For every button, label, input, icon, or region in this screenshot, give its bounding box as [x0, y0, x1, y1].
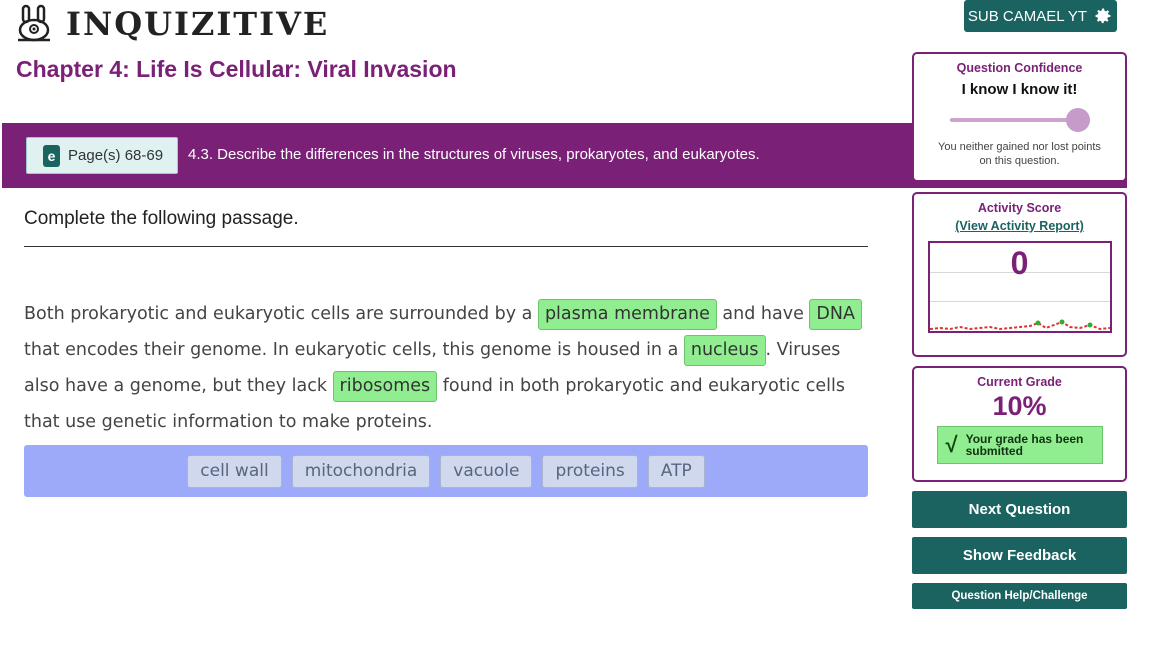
answer-blank-2[interactable]: DNA — [809, 299, 862, 330]
learning-objective-text: 4.3. Describe the differences in the str… — [188, 146, 760, 163]
next-question-button[interactable]: Next Question — [912, 491, 1127, 528]
pages-label: Page(s) 68-69 — [68, 147, 164, 164]
user-menu-button[interactable]: SUB CAMAEL YT — [964, 0, 1117, 32]
activity-score-heading: Activity Score — [977, 201, 1062, 215]
ebook-pages-button[interactable]: e Page(s) 68-69 — [26, 137, 178, 174]
confidence-value: I know I know it! — [961, 81, 1078, 98]
answer-blank-1[interactable]: plasma membrane — [537, 299, 717, 330]
activity-score-graph: 0 — [927, 241, 1112, 333]
answer-blank-3[interactable]: nucleus — [683, 335, 766, 366]
slider-thumb[interactable] — [1065, 108, 1090, 132]
word-chip-cell-wall[interactable]: cell wall — [187, 454, 282, 488]
logo-text: INQUIZITIVE — [66, 5, 330, 43]
confidence-slider[interactable] — [949, 108, 1090, 132]
answer-blank-4[interactable]: ribosomes — [332, 371, 438, 402]
passage-text: Both prokaryotic and eukaryotic cells ar… — [24, 304, 538, 324]
question-help-button[interactable]: Question Help/Challenge — [912, 583, 1127, 609]
bunny-logo-icon — [18, 4, 50, 42]
word-chip-vacuole[interactable]: vacuole — [440, 454, 533, 488]
question-prompt: Complete the following passage. — [24, 208, 299, 229]
activity-score-panel: Activity Score (View Activity Report) 0 — [912, 192, 1127, 357]
activity-score-value: 0 — [1010, 245, 1029, 281]
word-chip-atp[interactable]: ATP — [647, 454, 705, 488]
passage-text: that encodes their genome. In eukaryotic… — [24, 340, 684, 360]
word-chip-mitochondria[interactable]: mitochondria — [291, 454, 431, 488]
checkmark-icon: √ — [945, 432, 958, 457]
confidence-note: You neither gained nor lost points on th… — [938, 141, 1101, 167]
question-confidence-panel: Question Confidence I know I know it! Yo… — [912, 52, 1127, 182]
user-name: SUB CAMAEL YT — [967, 7, 1088, 25]
chapter-title: Chapter 4: Life Is Cellular: Viral Invas… — [16, 56, 457, 82]
passage-text: and have — [716, 304, 810, 324]
grade-submitted-badge: √ Your grade has been submitted — [936, 426, 1103, 464]
word-chip-proteins[interactable]: proteins — [542, 454, 638, 488]
word-bank: cell wall mitochondria vacuole proteins … — [24, 445, 868, 497]
grade-heading: Current Grade — [977, 375, 1062, 389]
inquizitive-logo: INQUIZITIVE — [14, 4, 329, 44]
gear-icon — [1095, 8, 1111, 24]
fill-in-passage: Both prokaryotic and eukaryotic cells ar… — [24, 296, 868, 440]
show-feedback-button[interactable]: Show Feedback — [912, 537, 1127, 574]
divider — [24, 246, 868, 247]
ebook-icon: e — [43, 144, 60, 167]
grade-value: 10% — [992, 391, 1047, 421]
confidence-heading: Question Confidence — [956, 61, 1083, 75]
grade-status: Your grade has been submitted — [965, 432, 1084, 458]
view-activity-report-link[interactable]: (View Activity Report) — [955, 219, 1084, 233]
current-grade-panel: Current Grade 10% √ Your grade has been … — [912, 366, 1127, 482]
